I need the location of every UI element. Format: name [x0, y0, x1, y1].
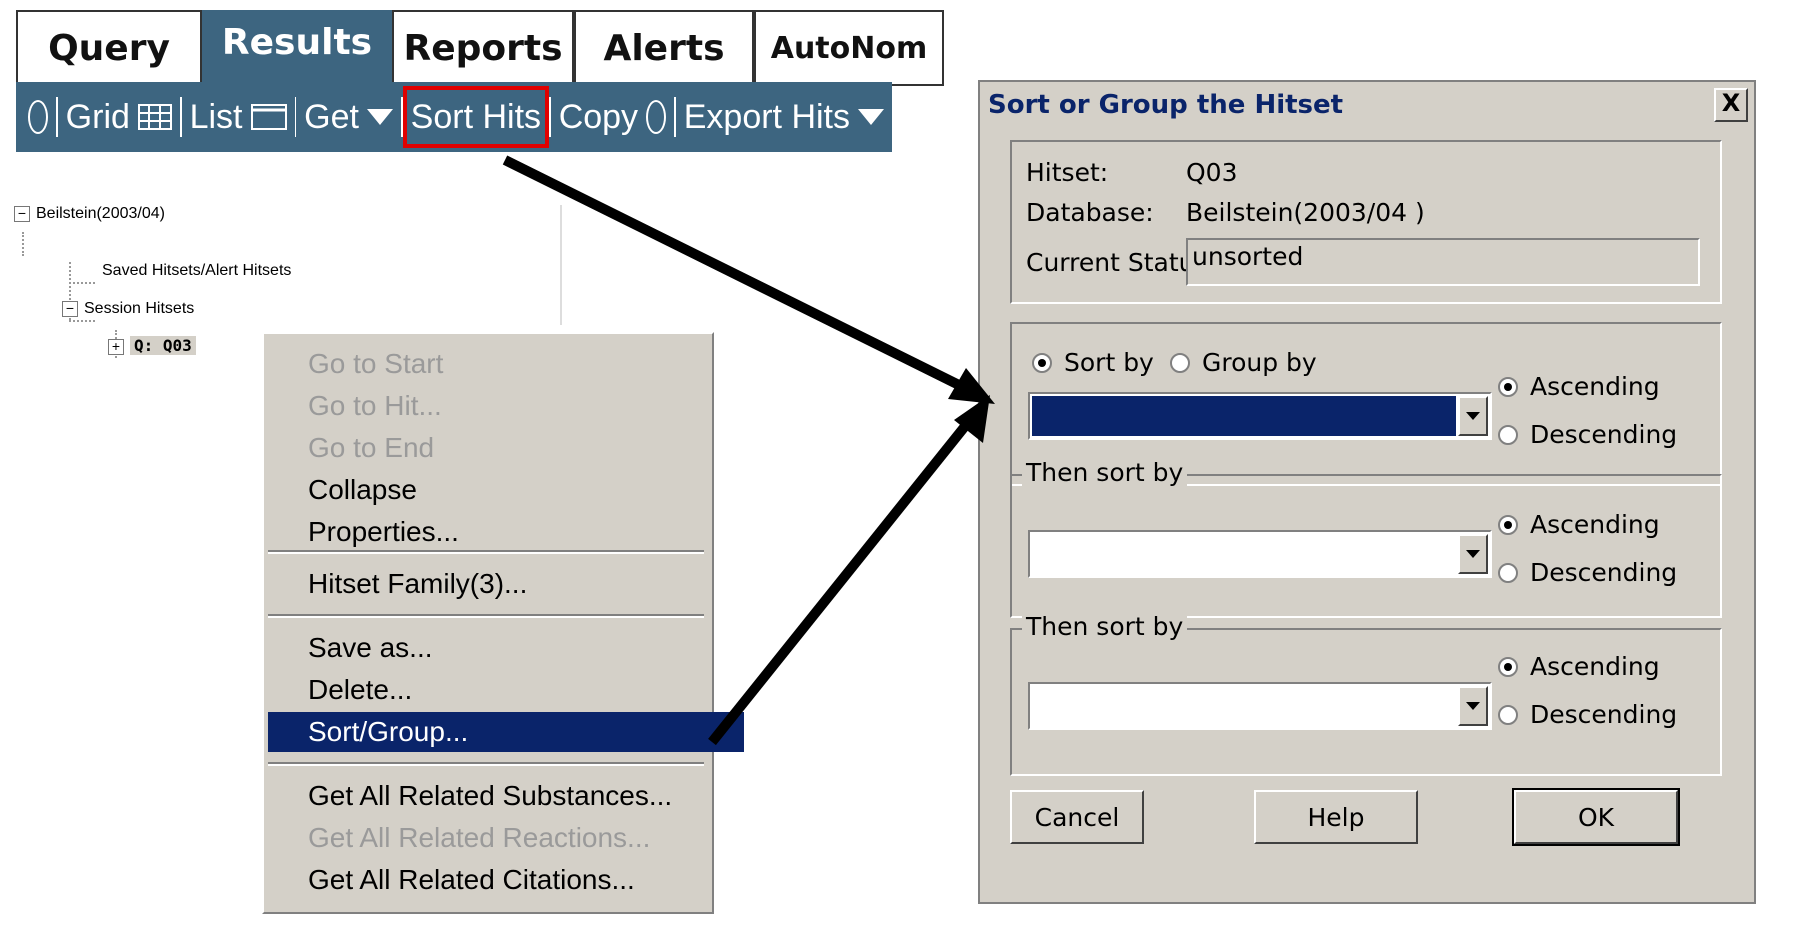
arrow-line-from-sort-hits [502, 155, 968, 393]
arrow-line-from-sort-group [708, 416, 974, 746]
annotation-arrows [502, 155, 995, 746]
